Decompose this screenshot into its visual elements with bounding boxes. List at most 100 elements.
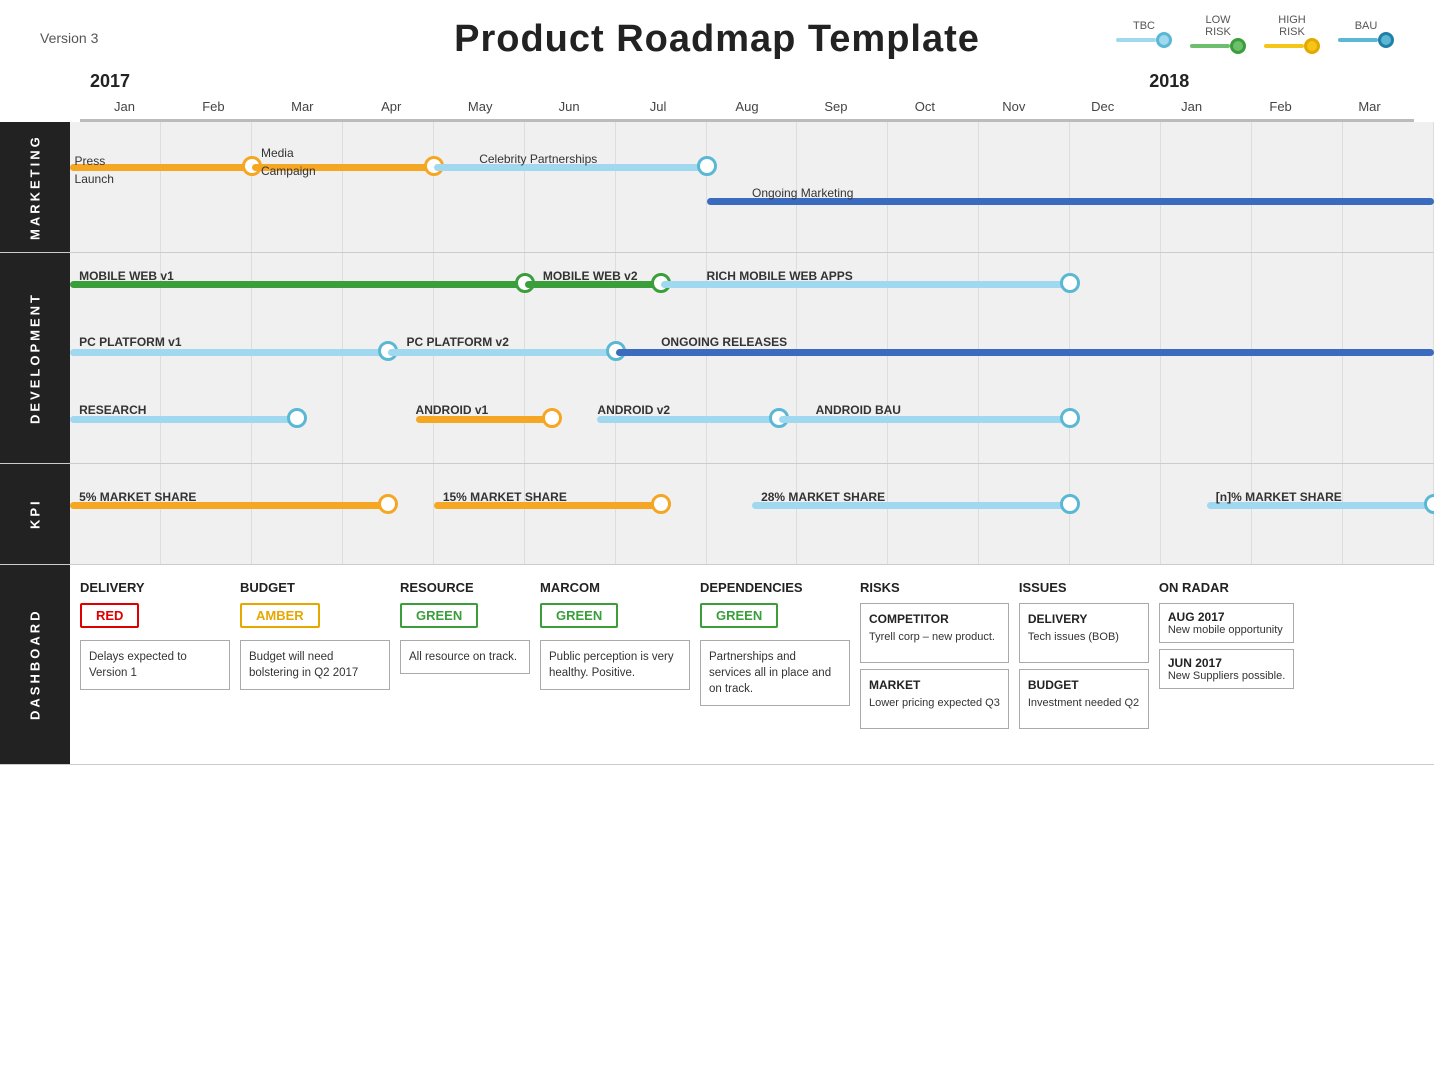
dash-col-resource: RESOURCE GREEN All resource on track. (400, 580, 530, 749)
dash-badge-resource: GREEN (400, 603, 478, 628)
label-press-launch: PressLaunch (75, 152, 114, 188)
section-content-kpi: 5% MARKET SHARE 15% MARKET SHARE 28% MAR… (70, 464, 1434, 564)
legend-low-risk: LOWRISK (1190, 14, 1246, 54)
month-cell: Mar (1325, 97, 1414, 116)
month-cell: Jun (525, 97, 614, 116)
dash-title-resource: RESOURCE (400, 580, 530, 595)
grid-line (343, 464, 434, 564)
dash-col-marcom: MARCOM GREEN Public perception is very h… (540, 580, 690, 749)
grid-line (1343, 464, 1434, 564)
section-label-kpi: KPI (0, 464, 70, 564)
dash-title-budget: BUDGET (240, 580, 390, 595)
grid-line (616, 122, 707, 252)
dash-box-competitor-title: COMPETITOR (869, 612, 1000, 626)
dash-text-dependencies: Partnerships and services all in place a… (709, 649, 841, 697)
dash-text-marcom: Public perception is very healthy. Posit… (549, 649, 681, 681)
month-cell: Nov (969, 97, 1058, 116)
dash-box-delivery-issue: DELIVERY Tech issues (BOB) (1019, 603, 1149, 663)
dash-title-issues: ISSUES (1019, 580, 1149, 595)
on-radar-aug-date: AUG 2017 (1168, 610, 1285, 624)
label-mobile-web-v1: MOBILE WEB v1 (79, 267, 174, 285)
legend-high-risk: HIGHRISK (1264, 14, 1320, 54)
dash-title-dependencies: DEPENDENCIES (700, 580, 850, 595)
label-research: RESEARCH (79, 401, 146, 419)
month-cell: Mar (258, 97, 347, 116)
dash-box-budget-issue: BUDGET Investment needed Q2 (1019, 669, 1149, 729)
dash-box-competitor-text: Tyrell corp – new product. (869, 630, 1000, 645)
section-marketing: MARKETING PressLaunch MediaCampaign Cele… (0, 122, 1434, 253)
dash-badge-marcom: GREEN (540, 603, 618, 628)
dash-badge-dependencies: GREEN (700, 603, 778, 628)
grid-line (525, 122, 616, 252)
grid-line (616, 464, 707, 564)
dash-col-on-radar: ON RADAR AUG 2017 New mobile opportunity… (1159, 580, 1294, 749)
grid-line (707, 464, 798, 564)
dash-title-marcom: MARCOM (540, 580, 690, 595)
month-cell: Jan (80, 97, 169, 116)
on-radar-jun: JUN 2017 New Suppliers possible. (1159, 649, 1294, 689)
dash-title-delivery: DELIVERY (80, 580, 230, 595)
dash-box-delivery-issue-title: DELIVERY (1028, 612, 1140, 626)
label-android-bau: ANDROID BAU (816, 401, 901, 419)
dot-kpi-n (1424, 494, 1434, 514)
grid-line (1161, 253, 1252, 463)
grid-line (1343, 122, 1434, 252)
on-radar-jun-date: JUN 2017 (1168, 656, 1285, 670)
grid-line (979, 122, 1070, 252)
label-rich-mobile: RICH MOBILE WEB APPS (707, 267, 853, 285)
label-mobile-web-v2: MOBILE WEB v2 (543, 267, 638, 285)
dashboard-content: DELIVERY RED Delays expected to Version … (70, 565, 1434, 764)
dot-android-v1 (542, 408, 562, 428)
dash-text-resource: All resource on track. (409, 649, 521, 665)
month-cell: Aug (703, 97, 792, 116)
dot-kpi-28 (1060, 494, 1080, 514)
section-label-marketing: MARKETING (0, 122, 70, 252)
dash-badge-budget: AMBER (240, 603, 320, 628)
month-cell: Feb (1236, 97, 1325, 116)
dot-kpi-5 (378, 494, 398, 514)
month-cell: Dec (1058, 97, 1147, 116)
label-kpi-5: 5% MARKET SHARE (79, 488, 196, 506)
month-cell: Jan (1147, 97, 1236, 116)
on-radar-jun-text: New Suppliers possible. (1168, 670, 1285, 682)
year-row: 2017 2018 (90, 71, 1414, 95)
timeline-wrapper: 2017 2018 JanFebMarAprMayJunJulAugSepOct… (70, 71, 1424, 122)
section-content-marketing: PressLaunch MediaCampaign Celebrity Part… (70, 122, 1434, 252)
dash-col-dependencies: DEPENDENCIES GREEN Partnerships and serv… (700, 580, 850, 749)
grid-line (1252, 253, 1343, 463)
dash-box-competitor: COMPETITOR Tyrell corp – new product. (860, 603, 1009, 663)
label-android-v2: ANDROID v2 (597, 401, 670, 419)
on-radar-aug-text: New mobile opportunity (1168, 624, 1285, 636)
dash-title-on-radar: ON RADAR (1159, 580, 1294, 595)
grid-line (888, 122, 979, 252)
dash-col-issues: ISSUES DELIVERY Tech issues (BOB) BUDGET… (1019, 580, 1149, 749)
version-label: Version 3 (40, 30, 98, 46)
dash-box-market-text: Lower pricing expected Q3 (869, 696, 1000, 711)
label-android-v1: ANDROID v1 (416, 401, 489, 419)
label-kpi-n: [n]% MARKET SHARE (1216, 488, 1342, 506)
month-cell: Apr (347, 97, 436, 116)
grid-line (888, 464, 979, 564)
month-cell: May (436, 97, 525, 116)
grid-line (161, 122, 252, 252)
dot-celebrity (697, 156, 717, 176)
dash-col-risks: RISKS COMPETITOR Tyrell corp – new produ… (860, 580, 1009, 749)
month-cell: Sep (791, 97, 880, 116)
section-label-dashboard: DASHBOARD (0, 565, 70, 764)
grid-line (1070, 253, 1161, 463)
dash-badge-delivery: RED (80, 603, 139, 628)
month-cell: Jul (614, 97, 703, 116)
month-row: JanFebMarAprMayJunJulAugSepOctNovDecJanF… (80, 97, 1414, 116)
dash-title-risks: RISKS (860, 580, 1009, 595)
legend-tbc: TBC (1116, 20, 1172, 48)
label-pc-v2: PC PLATFORM v2 (406, 333, 508, 351)
grid-line (797, 464, 888, 564)
grid-line (252, 464, 343, 564)
month-cell: Oct (880, 97, 969, 116)
dot-kpi-15 (651, 494, 671, 514)
grid-line (1343, 253, 1434, 463)
on-radar-aug: AUG 2017 New mobile opportunity (1159, 603, 1294, 643)
grid-line (1070, 464, 1161, 564)
section-development: DEVELOPMENT MOBILE WEB v1 MOBILE WEB v2 … (0, 253, 1434, 464)
label-media-campaign: MediaCampaign (261, 144, 316, 180)
